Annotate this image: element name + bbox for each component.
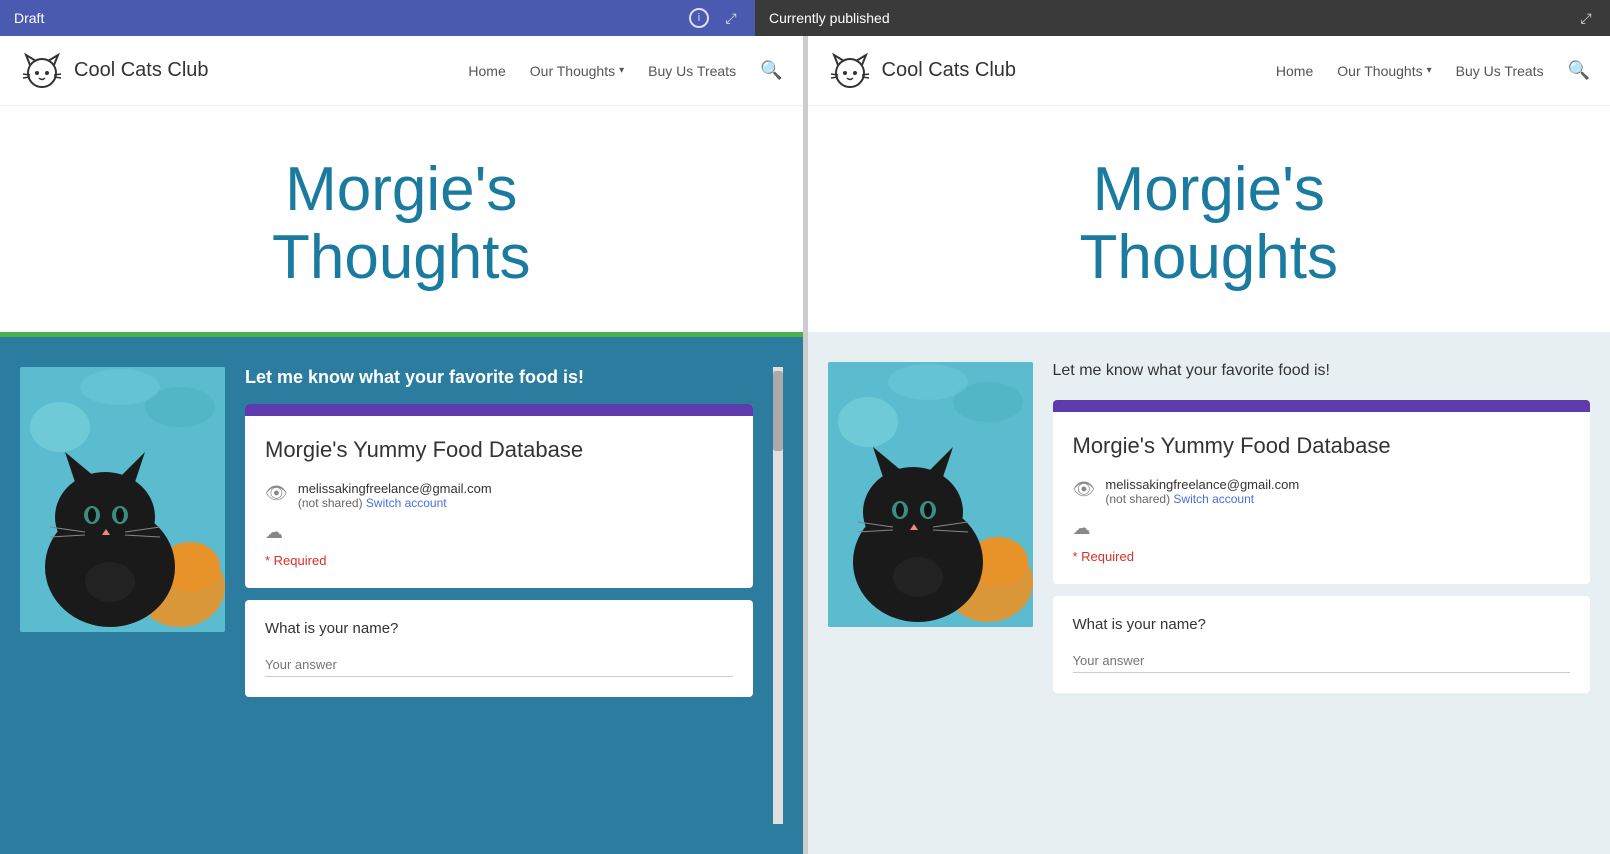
left-cat-image — [20, 367, 225, 632]
left-form-container: Let me know what your favorite food is! … — [245, 367, 753, 824]
left-nav: Cool Cats Club Home Our Thoughts ▾ Buy U… — [0, 36, 803, 106]
thoughts-chevron-left: ▾ — [619, 65, 624, 76]
cloud-icon-left: ☁ — [265, 522, 283, 543]
left-name-card: What is your name? — [245, 600, 753, 697]
left-answer-input[interactable] — [265, 653, 733, 677]
draft-panel: Cool Cats Club Home Our Thoughts ▾ Buy U… — [0, 36, 804, 854]
right-form-card-purple-bar — [1053, 400, 1591, 412]
right-form-header-card: Morgie's Yummy Food Database 👁 melissaki… — [1053, 400, 1591, 584]
draft-bar: Draft i ⤢ — [0, 0, 755, 36]
left-logo-text: Cool Cats Club — [74, 59, 209, 82]
cat-logo-icon-right — [828, 49, 872, 93]
right-scroll-content: Let me know what your favorite food is! … — [808, 332, 1610, 854]
eye-off-icon-left: 👁 — [265, 483, 288, 504]
left-nav-home[interactable]: Home — [468, 63, 505, 79]
published-panel: Cool Cats Club Home Our Thoughts ▾ Buy U… — [808, 36, 1610, 854]
expand-icon-left[interactable]: ⤢ — [721, 8, 741, 28]
left-nav-treats[interactable]: Buy Us Treats — [648, 63, 736, 79]
right-name-card: What is your name? — [1053, 596, 1591, 693]
right-hero-title: Morgie's Thoughts — [828, 156, 1591, 292]
right-question: What is your name? — [1073, 616, 1571, 633]
left-not-shared: (not shared) — [298, 496, 363, 510]
right-cat-image — [828, 362, 1033, 627]
left-form-header-card: Morgie's Yummy Food Database 👁 melissaki… — [245, 404, 753, 588]
right-cloud-row: ☁ — [1073, 518, 1571, 539]
right-account-row: 👁 melissakingfreelance@gmail.com (not sh… — [1073, 477, 1571, 506]
right-nav-treats[interactable]: Buy Us Treats — [1456, 63, 1544, 79]
left-nav-thoughts[interactable]: Our Thoughts ▾ — [530, 63, 624, 79]
right-form-title: Morgie's Yummy Food Database — [1073, 432, 1571, 461]
right-cat-image-container — [828, 362, 1033, 824]
right-logo-text: Cool Cats Club — [882, 59, 1017, 82]
right-answer-input[interactable] — [1073, 649, 1571, 673]
left-switch-link[interactable]: Switch account — [366, 496, 447, 510]
thoughts-chevron-right: ▾ — [1427, 65, 1432, 76]
left-cat-image-container — [20, 367, 225, 824]
right-nav-home[interactable]: Home — [1276, 63, 1313, 79]
left-form-card-purple-bar — [245, 404, 753, 416]
right-switch-link[interactable]: Switch account — [1173, 492, 1254, 506]
cat-logo-icon-left — [20, 49, 64, 93]
info-icon[interactable]: i — [689, 8, 709, 28]
right-account-email: melissakingfreelance@gmail.com — [1105, 477, 1299, 492]
right-not-shared: (not shared) — [1105, 492, 1170, 506]
right-form-container: Let me know what your favorite food is! … — [1053, 362, 1591, 824]
right-required: * Required — [1073, 549, 1571, 564]
right-logo: Cool Cats Club — [828, 49, 1017, 93]
left-account-row: 👁 melissakingfreelance@gmail.com (not sh… — [265, 481, 733, 510]
eye-off-icon-right: 👁 — [1073, 479, 1096, 500]
right-content-outer: Let me know what your favorite food is! … — [808, 332, 1610, 854]
left-scrollbar-thumb[interactable] — [773, 371, 783, 451]
published-label: Currently published — [769, 10, 890, 26]
expand-icon-right[interactable]: ⤢ — [1576, 8, 1596, 28]
search-icon-left[interactable]: 🔍 — [760, 60, 782, 81]
left-required: * Required — [265, 553, 733, 568]
right-form-label: Let me know what your favorite food is! — [1053, 362, 1591, 380]
cat-photo-right — [828, 362, 1033, 627]
published-bar: Currently published ⤢ — [755, 0, 1610, 36]
left-logo: Cool Cats Club — [20, 49, 209, 93]
left-form-title: Morgie's Yummy Food Database — [265, 436, 733, 465]
draft-label: Draft — [14, 10, 44, 26]
left-hero: Morgie's Thoughts — [0, 106, 803, 332]
cat-photo-left — [20, 367, 225, 632]
left-question: What is your name? — [265, 620, 733, 637]
right-hero: Morgie's Thoughts — [808, 106, 1610, 332]
right-nav-thoughts[interactable]: Our Thoughts ▾ — [1337, 63, 1431, 79]
cloud-icon-right: ☁ — [1073, 518, 1091, 539]
search-icon-right[interactable]: 🔍 — [1568, 60, 1590, 81]
left-cloud-row: ☁ — [265, 522, 733, 543]
left-hero-title: Morgie's Thoughts — [20, 156, 783, 292]
left-form-label: Let me know what your favorite food is! — [245, 367, 753, 388]
right-nav: Cool Cats Club Home Our Thoughts ▾ Buy U… — [808, 36, 1610, 106]
left-scrollbar[interactable] — [773, 367, 783, 824]
left-content-area: Let me know what your favorite food is! … — [0, 337, 803, 854]
left-account-email: melissakingfreelance@gmail.com — [298, 481, 492, 496]
